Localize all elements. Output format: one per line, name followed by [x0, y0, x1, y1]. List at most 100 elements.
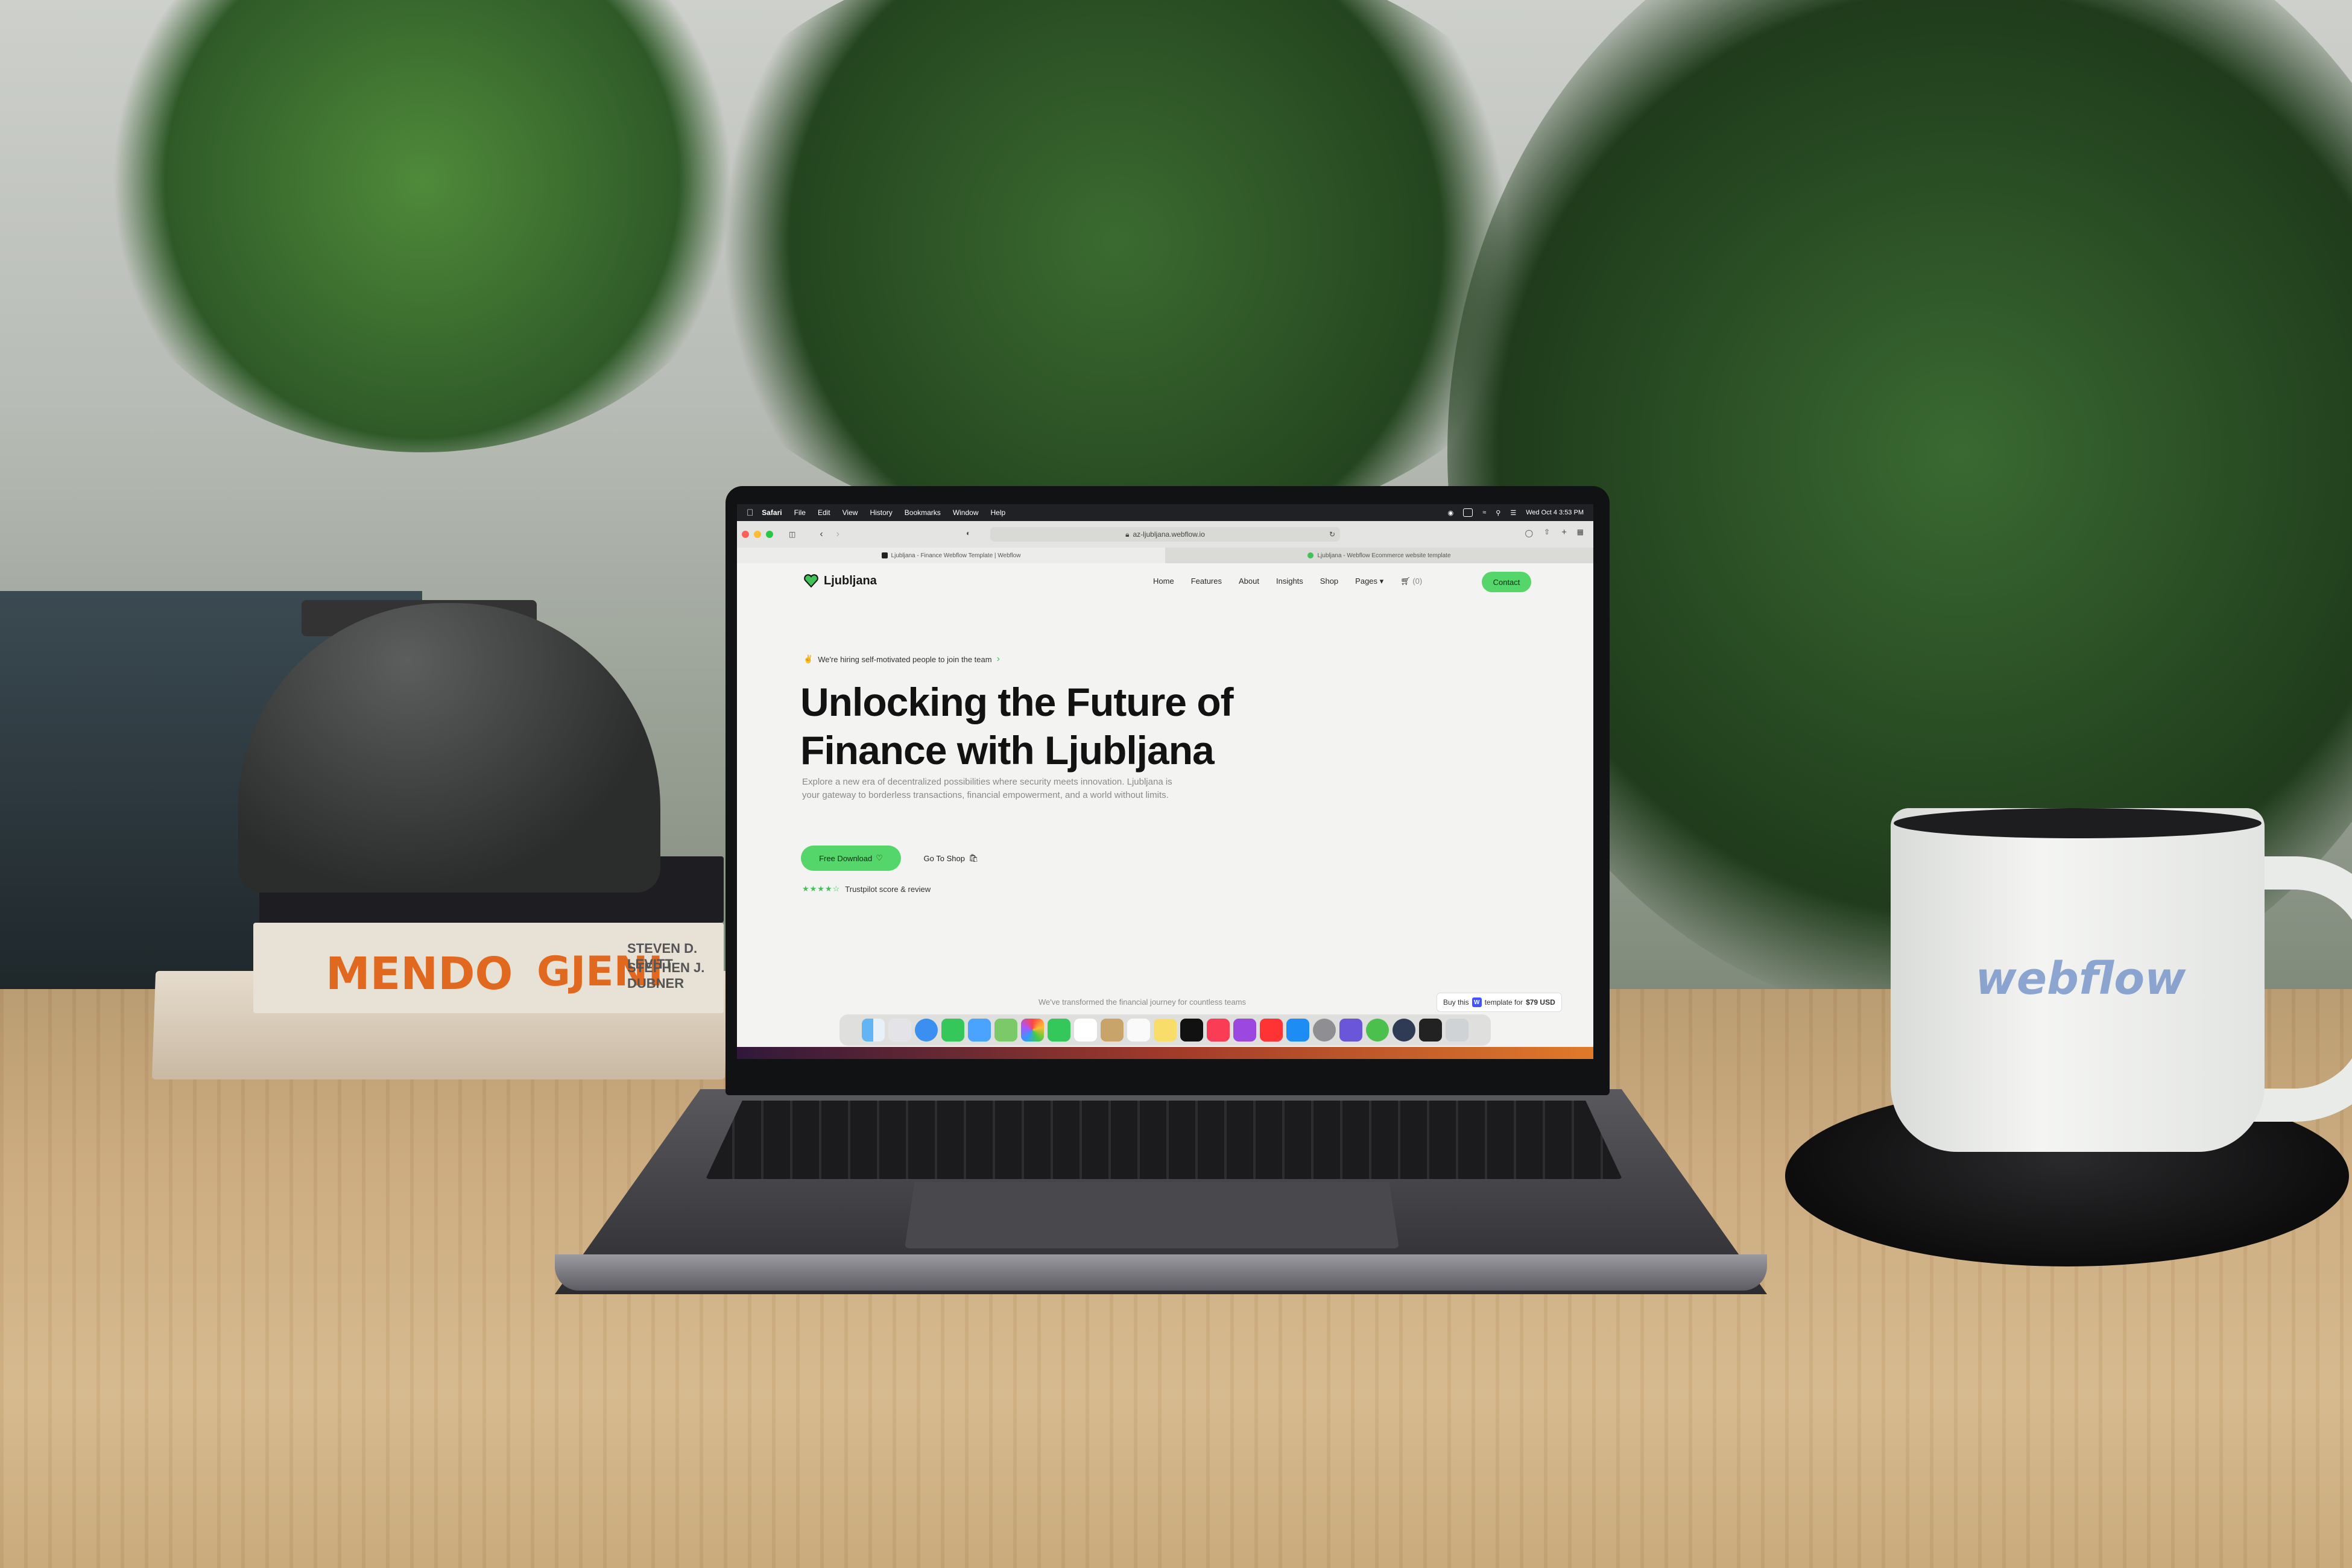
share-icon[interactable]: ⇧ [1544, 528, 1550, 536]
nav-cart[interactable]: 🛒︎ (0) [1400, 577, 1422, 586]
close-window-icon[interactable] [742, 531, 749, 538]
book-middle: MENDO GJENI STEVEN D. LEVITT STEPHEN J. … [253, 923, 724, 1013]
menubar-clock[interactable]: Wed Oct 4 3:53 PM [1526, 509, 1584, 516]
nav-pages[interactable]: Pages ▾ [1355, 577, 1383, 586]
zoom-window-icon[interactable] [766, 531, 773, 538]
tab-overview-icon[interactable]: ▦ [1577, 528, 1584, 536]
hiring-banner[interactable]: ✌ We're hiring self-motivated people to … [803, 654, 1000, 665]
quicktime-icon[interactable] [1393, 1019, 1415, 1042]
menu-window[interactable]: Window [953, 508, 979, 517]
trustpilot-rating: ★★★★☆ Trustpilot score & review [802, 884, 931, 894]
reminders-icon[interactable] [1127, 1019, 1150, 1042]
download-icon[interactable]: ◯ [1525, 529, 1533, 537]
nav-about[interactable]: About [1239, 577, 1259, 586]
tab-finance-template[interactable]: Ljubljana - Finance Webflow Template | W… [737, 548, 1165, 563]
macos-menubar:  Safari File Edit View History Bookmark… [737, 504, 1593, 521]
messages-icon[interactable] [941, 1019, 964, 1042]
mail-icon[interactable] [968, 1019, 991, 1042]
minimize-window-icon[interactable] [754, 531, 761, 538]
free-download-button[interactable]: Free Download ♡ [801, 846, 901, 871]
app-icon[interactable] [1419, 1019, 1442, 1042]
menu-bookmarks[interactable]: Bookmarks [905, 508, 941, 517]
calendar-icon[interactable] [1074, 1019, 1097, 1042]
go-to-shop-label: Go To Shop [923, 853, 965, 863]
menu-help[interactable]: Help [991, 508, 1006, 517]
tv-icon[interactable] [1180, 1019, 1203, 1042]
menu-history[interactable]: History [870, 508, 892, 517]
menu-app-name[interactable]: Safari [762, 508, 782, 517]
address-bar[interactable]: 🔒︎ az-ljubljana.webflow.io ↻ [990, 527, 1340, 542]
site-logo[interactable]: Ljubljana [803, 573, 877, 589]
nav-features[interactable]: Features [1191, 577, 1222, 586]
nav-pages-label: Pages [1355, 577, 1378, 586]
tab-ecommerce-template[interactable]: Ljubljana - Webflow Ecommerce website te… [1165, 548, 1593, 563]
apple-icon[interactable]:  [747, 508, 753, 518]
sidebar-toggle-icon[interactable]: ◫ [789, 530, 795, 539]
launchpad-icon[interactable] [888, 1019, 911, 1042]
tab-favicon [1307, 552, 1314, 558]
chevron-right-icon: › [996, 654, 1000, 664]
menu-file[interactable]: File [794, 508, 806, 517]
facetime-icon[interactable] [1048, 1019, 1070, 1042]
address-url: az-ljubljana.webflow.io [1133, 530, 1205, 539]
maps-icon[interactable] [994, 1019, 1017, 1042]
privacy-shield-icon[interactable]: ◐ [966, 529, 970, 537]
buy-template-badge[interactable]: Buy this W template for $79 USD [1437, 993, 1562, 1012]
nav-shop[interactable]: Shop [1320, 577, 1338, 586]
tab-favicon [881, 552, 888, 558]
nav-home[interactable]: Home [1153, 577, 1174, 586]
nav-insights[interactable]: Insights [1276, 577, 1303, 586]
rating-text: Trustpilot score & review [845, 884, 931, 894]
buy-price: $79 USD [1526, 998, 1555, 1007]
search-icon[interactable]: ⚲ [1496, 509, 1500, 517]
forward-icon[interactable]: › [836, 529, 839, 540]
new-tab-icon[interactable]: + [1561, 527, 1567, 537]
battery-icon[interactable] [1463, 508, 1473, 517]
news-icon[interactable] [1260, 1019, 1283, 1042]
shopping-bag-icon: 🛍︎ [968, 853, 979, 862]
contacts-icon[interactable] [1101, 1019, 1124, 1042]
book-title-mendo: MENDO [326, 948, 513, 1000]
free-download-label: Free Download [819, 853, 873, 863]
podcasts-icon[interactable] [1233, 1019, 1256, 1042]
mug-logo: webflow [1975, 953, 2186, 1005]
photos-icon[interactable] [1021, 1019, 1044, 1042]
site-nav: Home Features About Insights Shop Pages … [1153, 577, 1422, 586]
go-to-shop-button[interactable]: Go To Shop 🛍︎ [912, 846, 990, 871]
reload-icon[interactable]: ↻ [1329, 530, 1335, 539]
contact-button[interactable]: Contact [1482, 572, 1531, 592]
lock-icon: 🔒︎ [1125, 530, 1130, 539]
wifi-icon[interactable]: ≈ [1482, 509, 1486, 516]
back-icon[interactable]: ‹ [820, 529, 823, 540]
menu-edit[interactable]: Edit [818, 508, 830, 517]
screen-sharing-icon[interactable] [1339, 1019, 1362, 1042]
heart-logo-icon [804, 574, 818, 588]
laptop-front-edge [555, 1254, 1767, 1291]
tab-title: Ljubljana - Finance Webflow Template | W… [891, 552, 1021, 559]
site-logo-text: Ljubljana [824, 574, 877, 587]
menu-view[interactable]: View [842, 508, 858, 517]
tab-title: Ljubljana - Webflow Ecommerce website te… [1317, 552, 1451, 559]
safari-icon[interactable] [915, 1019, 938, 1042]
buy-middle: template for [1484, 998, 1523, 1007]
laptop-trackpad [905, 1182, 1399, 1248]
hero-headline: Unlocking the Future of Finance with Lju… [800, 678, 1343, 774]
notes-icon[interactable] [1154, 1019, 1177, 1042]
utorrent-icon[interactable] [1366, 1019, 1389, 1042]
vpn-icon[interactable]: ◉ [1448, 509, 1454, 517]
trash-icon[interactable] [1446, 1019, 1468, 1042]
hiring-text: We're hiring self-motivated people to jo… [818, 654, 992, 664]
heart-icon: ♡ [876, 853, 883, 862]
buy-prefix: Buy this [1443, 998, 1469, 1007]
app-store-icon[interactable] [1286, 1019, 1309, 1042]
finder-icon[interactable] [862, 1019, 885, 1042]
cart-icon: 🛒︎ [1400, 577, 1411, 586]
music-icon[interactable] [1207, 1019, 1230, 1042]
settings-icon[interactable] [1313, 1019, 1336, 1042]
tab-bar: Ljubljana - Finance Webflow Template | W… [737, 548, 1593, 563]
chevron-down-icon: ▾ [1379, 577, 1384, 586]
hero-headline-line1: Unlocking the Future of [800, 680, 1234, 724]
hero-subtext: Explore a new era of decentralized possi… [802, 777, 1172, 800]
control-center-icon[interactable]: ☰ [1510, 509, 1516, 517]
safari-toolbar: ◫ ‹ › ◐ 🔒︎ az-ljubljana.webflow.io ↻ ◯ ⇧… [737, 521, 1593, 548]
